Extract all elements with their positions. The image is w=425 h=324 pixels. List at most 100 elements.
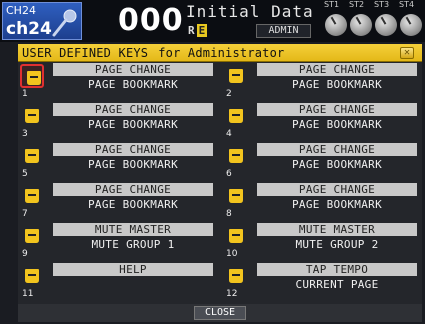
key-number: 5 xyxy=(22,169,28,179)
user-level-badge[interactable]: ADMIN xyxy=(256,24,311,38)
microphone-icon xyxy=(52,9,77,37)
key-number: 4 xyxy=(226,129,232,139)
re-label: R xyxy=(188,24,195,37)
st3-knob[interactable] xyxy=(375,14,397,36)
user-key-2: 2 PAGE CHANGE PAGE BOOKMARK xyxy=(222,62,422,102)
key-parameter xyxy=(53,277,213,292)
key-number: 7 xyxy=(22,209,28,219)
stereo-knob-labels: ST1 ST2 ST3 ST4 xyxy=(320,0,425,13)
key-2-button[interactable] xyxy=(224,64,248,88)
key-icon xyxy=(229,69,243,83)
key-function: PAGE CHANGE xyxy=(53,143,213,156)
re-indicator: RE xyxy=(188,24,208,37)
key-8-button[interactable] xyxy=(224,184,248,208)
close-icon[interactable]: ✕ xyxy=(400,47,414,59)
key-parameter: PAGE BOOKMARK xyxy=(88,158,178,171)
key-10-button[interactable] xyxy=(224,224,248,248)
key-parameter: MUTE GROUP 2 xyxy=(295,238,379,251)
user-key-11: 11 HELP xyxy=(18,262,218,302)
key-number: 9 xyxy=(22,249,28,259)
key-icon xyxy=(25,109,39,123)
st3-label: ST3 xyxy=(374,0,390,9)
window-title-label: USER DEFINED KEYS xyxy=(22,46,149,60)
user-key-8: 8 PAGE CHANGE PAGE BOOKMARK xyxy=(222,182,422,222)
key-function: HELP xyxy=(53,263,213,276)
key-function: PAGE CHANGE xyxy=(53,103,213,116)
key-number: 3 xyxy=(22,129,28,139)
key-parameter: PAGE BOOKMARK xyxy=(292,158,382,171)
st2-knob[interactable] xyxy=(350,14,372,36)
st1-label: ST1 xyxy=(324,0,340,9)
key-function: PAGE CHANGE xyxy=(53,183,213,196)
user-key-4: 4 PAGE CHANGE PAGE BOOKMARK xyxy=(222,102,422,142)
st4-knob[interactable] xyxy=(400,14,422,36)
user-key-5: 5 PAGE CHANGE PAGE BOOKMARK xyxy=(18,142,218,182)
window-subtitle: for Administrator xyxy=(158,46,285,60)
re-flag: E xyxy=(196,24,208,37)
key-11-button[interactable] xyxy=(20,264,44,288)
window-footer: CLOSE xyxy=(18,304,422,322)
key-icon xyxy=(229,149,243,163)
status-bar: CH24 ch24 000 Initial Data RE ADMIN ST1 … xyxy=(0,0,425,42)
keys-grid: 1 PAGE CHANGE PAGE BOOKMARK 2 PAGE CHANG… xyxy=(18,62,422,304)
user-key-9: 9 MUTE MASTER MUTE GROUP 1 xyxy=(18,222,218,262)
key-5-button[interactable] xyxy=(20,144,44,168)
user-defined-keys-window: USER DEFINED KEYS for Administrator ✕ 1 P… xyxy=(18,44,422,322)
channel-id: CH24 xyxy=(6,4,36,17)
key-icon xyxy=(229,269,243,283)
key-7-button[interactable] xyxy=(20,184,44,208)
user-key-7: 7 PAGE CHANGE PAGE BOOKMARK xyxy=(18,182,218,222)
selected-channel-box[interactable]: CH24 ch24 xyxy=(2,2,82,40)
key-3-button[interactable] xyxy=(20,104,44,128)
key-number: 1 xyxy=(22,89,28,99)
key-function: PAGE CHANGE xyxy=(257,183,417,196)
key-number: 6 xyxy=(226,169,232,179)
key-4-button[interactable] xyxy=(224,104,248,128)
st2-label: ST2 xyxy=(349,0,365,9)
channel-name: ch24 xyxy=(6,19,52,39)
key-parameter: PAGE BOOKMARK xyxy=(292,78,382,91)
key-12-button[interactable] xyxy=(224,264,248,288)
key-function: PAGE CHANGE xyxy=(257,143,417,156)
scene-title[interactable]: Initial Data xyxy=(186,2,314,21)
key-parameter: PAGE BOOKMARK xyxy=(292,198,382,211)
key-1-button[interactable] xyxy=(20,64,44,88)
key-parameter: CURRENT PAGE xyxy=(295,278,379,291)
scene-number[interactable]: 000 xyxy=(118,3,184,38)
user-key-12: 12 TAP TEMPO CURRENT PAGE xyxy=(222,262,422,302)
key-icon xyxy=(25,269,39,283)
user-key-1: 1 PAGE CHANGE PAGE BOOKMARK xyxy=(18,62,218,102)
key-parameter: PAGE BOOKMARK xyxy=(88,118,178,131)
key-icon xyxy=(25,229,39,243)
key-function: PAGE CHANGE xyxy=(53,63,213,76)
key-number: 2 xyxy=(226,89,232,99)
key-number: 12 xyxy=(226,289,238,299)
key-number: 10 xyxy=(226,249,238,259)
key-icon xyxy=(229,189,243,203)
user-key-10: 10 MUTE MASTER MUTE GROUP 2 xyxy=(222,222,422,262)
key-9-button[interactable] xyxy=(20,224,44,248)
key-parameter: PAGE BOOKMARK xyxy=(88,198,178,211)
key-number: 8 xyxy=(226,209,232,219)
key-icon xyxy=(229,109,243,123)
key-icon xyxy=(27,71,41,85)
key-icon xyxy=(229,229,243,243)
key-parameter: MUTE GROUP 1 xyxy=(91,238,175,251)
close-button[interactable]: CLOSE xyxy=(194,306,246,320)
window-title: USER DEFINED KEYS for Administrator xyxy=(22,46,284,60)
st1-knob[interactable] xyxy=(325,14,347,36)
key-6-button[interactable] xyxy=(224,144,248,168)
st4-label: ST4 xyxy=(399,0,415,9)
key-parameter: PAGE BOOKMARK xyxy=(88,78,178,91)
key-parameter: PAGE BOOKMARK xyxy=(292,118,382,131)
key-function: PAGE CHANGE xyxy=(257,63,417,76)
key-icon xyxy=(25,189,39,203)
key-function: MUTE MASTER xyxy=(53,223,213,236)
key-function: PAGE CHANGE xyxy=(257,103,417,116)
key-function: TAP TEMPO xyxy=(257,263,417,276)
user-key-3: 3 PAGE CHANGE PAGE BOOKMARK xyxy=(18,102,218,142)
key-icon xyxy=(25,149,39,163)
user-key-6: 6 PAGE CHANGE PAGE BOOKMARK xyxy=(222,142,422,182)
key-function: MUTE MASTER xyxy=(257,223,417,236)
window-title-bar: USER DEFINED KEYS for Administrator ✕ xyxy=(18,44,422,62)
